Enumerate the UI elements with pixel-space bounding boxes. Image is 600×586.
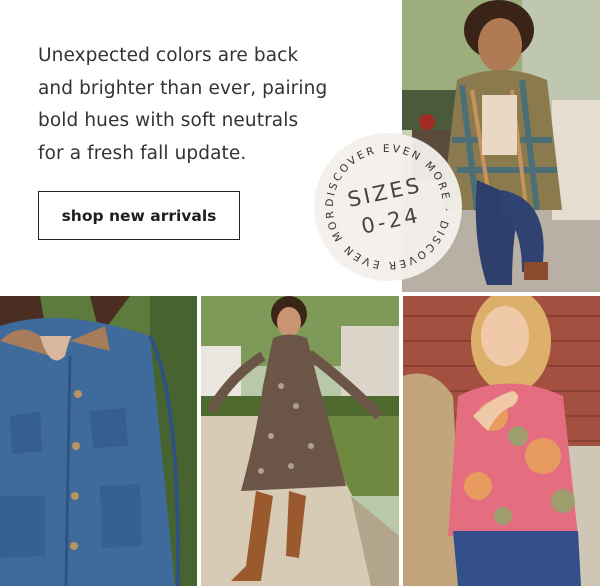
shop-new-arrivals-button[interactable]: shop new arrivals bbox=[38, 191, 240, 240]
promo-copy-line: and brighter than ever, pairing bbox=[38, 77, 328, 99]
promo-copy-line: Unexpected colors are back bbox=[38, 45, 299, 66]
photo-denim-jacket[interactable] bbox=[0, 296, 197, 586]
badge-size-range: 0-24 bbox=[359, 203, 422, 239]
photo-printed-dress-image bbox=[201, 296, 399, 586]
photo-printed-dress[interactable] bbox=[201, 296, 399, 586]
photo-floral-top-image bbox=[403, 296, 600, 586]
sizes-badge-graphic: DISCOVER EVEN MORE · DISCOVER EVEN MORE … bbox=[314, 133, 449, 271]
photo-denim-jacket-image bbox=[0, 296, 197, 586]
sizes-badge: DISCOVER EVEN MORE · DISCOVER EVEN MORE … bbox=[314, 133, 462, 281]
photo-floral-top[interactable] bbox=[403, 296, 600, 586]
